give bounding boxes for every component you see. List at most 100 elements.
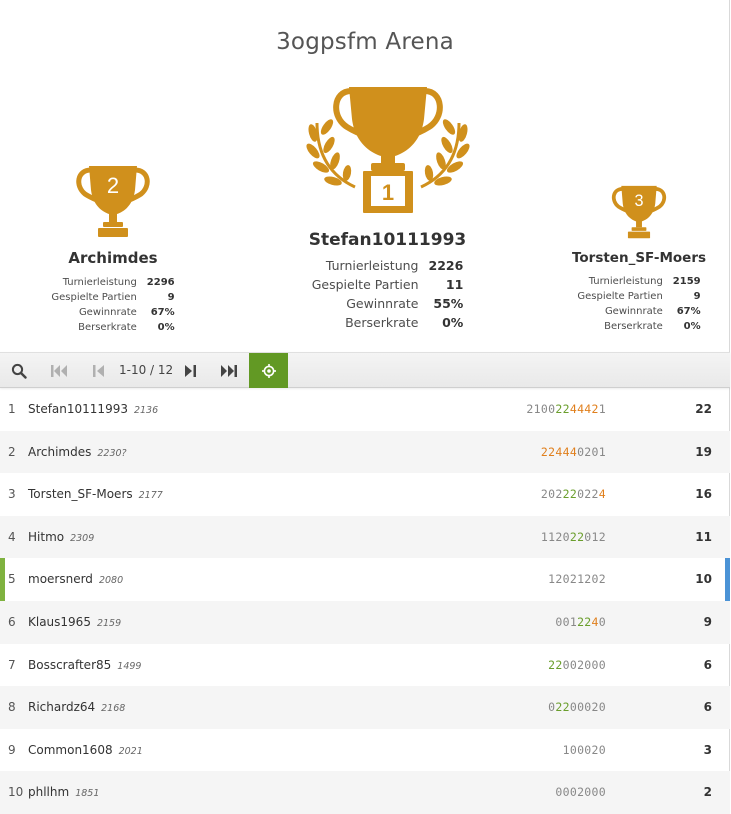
arena-panel: 3ogpsfm Arena 2 Archimdes Turnierleistun…	[0, 0, 730, 814]
player-cell[interactable]: Common1608 2021	[28, 729, 143, 773]
search-button[interactable]	[0, 353, 38, 388]
game-score: 2	[598, 572, 606, 587]
player-name[interactable]: Klaus1965	[28, 615, 91, 629]
table-row[interactable]: 4 Hitmo 2309 112022012 11	[0, 515, 730, 560]
player-cell[interactable]: Stefan10111993 2136	[28, 388, 158, 432]
game-score: 0	[591, 572, 599, 587]
game-score: 2	[562, 487, 570, 502]
game-score: 0	[562, 529, 570, 544]
last-page-icon	[221, 364, 237, 377]
table-row[interactable]: 5 moersnerd 2080 12021202 10	[0, 558, 730, 601]
game-score: 4	[569, 444, 578, 459]
player-cell[interactable]: Hitmo 2309	[28, 516, 94, 560]
stat-label: Turnierleistung	[325, 258, 419, 273]
standings-toolbar: 1-10 / 12	[0, 352, 730, 388]
score-sheet: 112022012	[541, 516, 606, 558]
game-score: 1	[569, 614, 578, 629]
game-score: 2	[555, 529, 563, 544]
player-cell[interactable]: Bosscrafter85 1499	[28, 644, 141, 688]
total-score: 16	[695, 487, 712, 502]
row-rank: 1	[8, 402, 16, 416]
stat-value: 0%	[442, 315, 464, 330]
player-name[interactable]: Common1608	[28, 743, 113, 757]
game-score: 4	[562, 444, 570, 459]
total-score: 6	[703, 700, 712, 715]
player-name[interactable]: moersnerd	[28, 572, 93, 586]
game-score: 0	[584, 657, 592, 672]
stat-label: Gewinnrate	[604, 306, 663, 317]
player-name[interactable]: Torsten_SF-Moers	[28, 487, 133, 501]
row-rank: 8	[8, 700, 16, 715]
previous-page-button[interactable]	[80, 353, 116, 388]
stat-label: Berserkrate	[604, 321, 663, 332]
player-cell[interactable]: moersnerd 2080	[28, 558, 123, 602]
table-row[interactable]: 10 phllhm 1851 0002000 2	[0, 771, 730, 814]
last-page-button[interactable]	[210, 353, 248, 388]
game-score: 2	[591, 742, 599, 757]
game-score: 0	[569, 657, 578, 672]
stat-label: Gewinnrate	[78, 307, 137, 318]
row-rank: 3	[8, 487, 16, 502]
score-sheet: 0002000	[555, 771, 606, 813]
table-row[interactable]: 6 Klaus1965 2159 0012240 9	[0, 600, 730, 645]
game-score: 2	[584, 487, 592, 502]
game-score: 0	[562, 614, 570, 629]
podium-player-name[interactable]: Stefan10111993	[275, 230, 500, 250]
player-name[interactable]: Hitmo	[28, 530, 64, 544]
first-page-button[interactable]	[40, 353, 78, 388]
stat-value: 0%	[157, 322, 175, 333]
next-page-button[interactable]	[172, 353, 208, 388]
total-score: 9	[703, 614, 712, 629]
stat-value: 0%	[683, 321, 701, 332]
table-row[interactable]: 7 Bosscrafter85 1499 22002000 6	[0, 644, 730, 687]
pager-status: 1-10 / 12	[119, 363, 174, 377]
jump-to-me-button[interactable]	[249, 353, 288, 388]
table-row[interactable]: 1 Stefan10111993 2136 21002244421 22	[0, 388, 730, 431]
table-row[interactable]: 8 Richardz64 2168 02200020 6	[0, 686, 730, 729]
game-score: 4	[584, 402, 592, 416]
game-score: 2	[591, 700, 599, 715]
game-score: 0	[598, 785, 606, 800]
player-name[interactable]: phllhm	[28, 785, 69, 799]
stat-label: Gespielte Partien	[311, 277, 419, 292]
podium-second: 2 Archimdes Turnierleistung 2296 Gespielt…	[38, 160, 188, 335]
stat-label: Berserkrate	[345, 315, 419, 330]
player-name[interactable]: Stefan10111993	[28, 402, 128, 416]
stat-label: Gespielte Partien	[51, 292, 137, 303]
stat-label: Turnierleistung	[62, 277, 137, 288]
podium-player-name[interactable]: Torsten_SF-Moers	[566, 250, 712, 266]
stat-value: 9	[167, 292, 175, 303]
player-cell[interactable]: Archimdes 2230?	[28, 431, 127, 475]
podium-player-name[interactable]: Archimdes	[38, 249, 188, 267]
game-score: 2	[555, 572, 563, 587]
game-score: 0	[562, 785, 570, 800]
game-score: 2	[555, 700, 563, 715]
player-cell[interactable]: phllhm 1851	[28, 771, 99, 814]
player-name[interactable]: Bosscrafter85	[28, 658, 111, 672]
table-row[interactable]: 3 Torsten_SF-Moers 2177 202220224 16	[0, 473, 730, 516]
row-rank: 6	[8, 614, 16, 629]
podium-stats: Turnierleistung 2159 Gespielte Partien 9 G…	[577, 274, 700, 334]
row-rank: 7	[8, 657, 16, 672]
stat-label: Berserkrate	[78, 322, 137, 333]
row-rank: 9	[8, 742, 16, 757]
trophy-icon: 2	[76, 166, 150, 237]
game-score: 0	[598, 657, 606, 672]
game-score: 4	[555, 444, 563, 459]
game-score: 0	[562, 572, 570, 587]
player-cell[interactable]: Torsten_SF-Moers 2177	[28, 473, 163, 517]
table-row[interactable]: 2 Archimdes 2230? 224440201 19	[0, 430, 730, 475]
table-row[interactable]: 9 Common1608 2021 100020 3	[0, 729, 730, 772]
trophy-rank-number: 1	[381, 180, 393, 205]
player-name[interactable]: Richardz64	[28, 700, 95, 714]
trophy-with-laurels-icon: 1	[305, 87, 470, 213]
first-page-icon	[51, 364, 67, 377]
player-cell[interactable]: Richardz64 2168	[28, 686, 125, 730]
game-score: 2	[591, 487, 599, 502]
game-score: 0	[584, 785, 592, 800]
player-name[interactable]: Archimdes	[28, 445, 91, 459]
total-score: 2	[703, 785, 712, 800]
game-score: 2	[584, 572, 592, 587]
player-cell[interactable]: Klaus1965 2159	[28, 601, 121, 645]
game-score: 1	[562, 742, 570, 757]
